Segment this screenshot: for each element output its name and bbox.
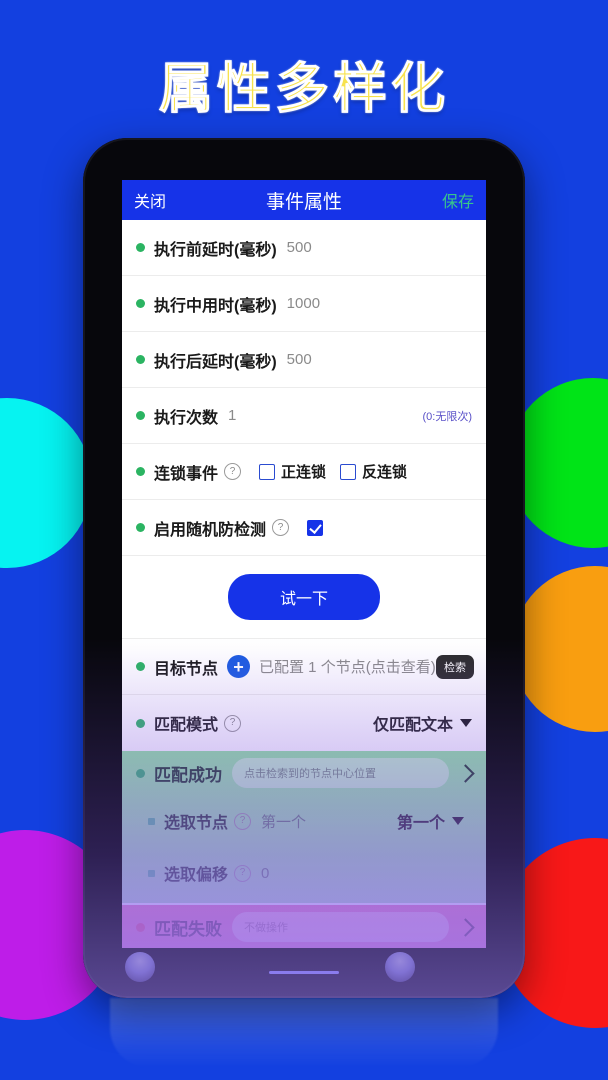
anti-detect-row: 启用随机防检测 ? bbox=[122, 500, 486, 556]
row-label: 执行中用时(毫秒) bbox=[154, 297, 277, 315]
anti-detect-toggle[interactable] bbox=[307, 519, 324, 536]
phone-screen: 关闭 事件属性 保存 执行前延时(毫秒) 500 执行中用时(毫秒) 1000 bbox=[122, 180, 486, 948]
poster-stage: 属性多样化 关闭 事件属性 保存 执行前延时(毫秒) 500 执行中用时(毫秒)… bbox=[0, 0, 608, 1080]
page-title: 事件属性 bbox=[265, 191, 342, 213]
phone-bottom-dot-right bbox=[385, 952, 415, 982]
anti-detect-label: 启用随机防检测 bbox=[154, 521, 267, 539]
status-dot-icon bbox=[136, 467, 145, 476]
target-node-status[interactable]: 已配置 1 个节点(点击查看) bbox=[259, 656, 436, 677]
select-node-dropdown[interactable]: 第一个 bbox=[397, 809, 464, 833]
match-mode-dropdown[interactable]: 仅匹配文本 bbox=[373, 711, 472, 735]
app-header: 关闭 事件属性 保存 bbox=[122, 180, 486, 220]
try-button[interactable]: 试一下 bbox=[227, 574, 380, 620]
bullet-square-icon bbox=[148, 869, 155, 877]
checkbox-label: 正连锁 bbox=[281, 464, 327, 481]
match-mode-value: 仅匹配文本 bbox=[372, 717, 453, 734]
status-dot-icon bbox=[136, 355, 145, 364]
phone-reflection bbox=[110, 998, 498, 1068]
help-icon[interactable]: ? bbox=[234, 864, 252, 882]
checkbox-reverse-chain[interactable]: 反连锁 bbox=[340, 461, 407, 482]
select-node-dropdown-value: 第一个 bbox=[396, 815, 445, 832]
checkbox-box-icon[interactable] bbox=[259, 463, 276, 480]
row-hint: (0:无限次) bbox=[422, 410, 473, 423]
row-value[interactable]: 500 bbox=[287, 351, 312, 368]
bullet-square-icon bbox=[148, 817, 155, 825]
chain-event-options: 正连锁 反连锁 bbox=[259, 461, 407, 482]
add-node-icon[interactable]: + bbox=[227, 655, 251, 678]
row-value[interactable]: 1 bbox=[228, 407, 236, 424]
save-button[interactable]: 保存 bbox=[442, 188, 474, 212]
poster-title: 属性多样化 bbox=[159, 59, 449, 120]
select-node-value: 第一个 bbox=[261, 813, 307, 831]
checkbox-box-icon[interactable] bbox=[340, 463, 357, 480]
match-fail-action[interactable]: 不做操作 bbox=[232, 912, 449, 942]
status-dot-icon bbox=[136, 299, 145, 308]
match-success-title: 匹配成功 bbox=[154, 765, 222, 785]
table-row[interactable]: 执行中用时(毫秒) 1000 bbox=[122, 276, 486, 332]
select-offset-value[interactable]: 0 bbox=[261, 865, 269, 882]
help-icon[interactable]: ? bbox=[224, 463, 242, 480]
status-dot-icon bbox=[136, 662, 145, 671]
chevron-right-icon[interactable] bbox=[456, 917, 475, 937]
help-icon[interactable]: ? bbox=[234, 812, 252, 830]
row-label: 执行前延时(毫秒) bbox=[154, 241, 277, 259]
status-dot-icon bbox=[136, 718, 145, 728]
match-fail-header[interactable]: 匹配失败 不做操作 bbox=[130, 905, 478, 948]
row-label: 执行次数 bbox=[154, 409, 219, 427]
try-button-container: 试一下 bbox=[122, 556, 486, 639]
phone-bottom-dot-left bbox=[125, 952, 155, 982]
match-mode-row[interactable]: 匹配模式 ? 仅匹配文本 bbox=[122, 695, 486, 751]
properties-list: 执行前延时(毫秒) 500 执行中用时(毫秒) 1000 执行后延时(毫秒) 5… bbox=[122, 220, 486, 948]
status-dot-icon bbox=[136, 922, 145, 932]
status-dot-icon bbox=[136, 768, 145, 778]
target-node-row[interactable]: 目标节点 + 已配置 1 个节点(点击查看) 检索 bbox=[122, 639, 486, 695]
match-fail-title: 匹配失败 bbox=[154, 919, 222, 939]
checkbox-forward-chain[interactable]: 正连锁 bbox=[259, 461, 326, 482]
target-node-label: 目标节点 bbox=[154, 660, 219, 678]
status-dot-icon bbox=[136, 243, 145, 252]
chevron-down-icon bbox=[460, 719, 472, 727]
select-offset-label: 选取偏移 bbox=[164, 867, 229, 884]
background-circle-orange bbox=[512, 566, 608, 732]
select-node-row[interactable]: 选取节点 ? 第一个 第一个 bbox=[130, 795, 478, 847]
select-node-label: 选取节点 bbox=[164, 815, 229, 832]
table-row[interactable]: 执行前延时(毫秒) 500 bbox=[122, 220, 486, 276]
status-dot-icon bbox=[136, 523, 145, 532]
table-row[interactable]: 执行后延时(毫秒) 500 bbox=[122, 332, 486, 388]
chevron-down-icon bbox=[452, 817, 464, 825]
row-value[interactable]: 1000 bbox=[287, 295, 320, 312]
match-success-header[interactable]: 匹配成功 点击检索到的节点中心位置 bbox=[130, 751, 478, 795]
chain-event-row: 连锁事件 ? 正连锁 反连锁 bbox=[122, 444, 486, 500]
table-row[interactable]: 执行次数 1 (0:无限次) bbox=[122, 388, 486, 444]
home-indicator[interactable] bbox=[269, 971, 339, 974]
checkbox-checked-icon[interactable] bbox=[307, 519, 324, 536]
status-dot-icon bbox=[136, 411, 145, 420]
checkbox-label: 反连锁 bbox=[362, 464, 408, 481]
match-success-action[interactable]: 点击检索到的节点中心位置 bbox=[232, 758, 449, 788]
help-icon[interactable]: ? bbox=[224, 714, 242, 732]
row-value[interactable]: 500 bbox=[287, 239, 312, 256]
background-circle-cyan bbox=[0, 398, 92, 568]
select-offset-row[interactable]: 选取偏移 ? 0 bbox=[130, 847, 478, 899]
help-icon[interactable]: ? bbox=[272, 519, 290, 536]
close-button[interactable]: 关闭 bbox=[134, 188, 166, 212]
row-label: 执行后延时(毫秒) bbox=[154, 353, 277, 371]
match-fail-block: 匹配失败 不做操作 bbox=[122, 905, 486, 948]
match-success-block: 匹配成功 点击检索到的节点中心位置 选取节点 ? 第一个 第一个 选取偏移 ? … bbox=[122, 751, 486, 903]
phone-device: 关闭 事件属性 保存 执行前延时(毫秒) 500 执行中用时(毫秒) 1000 bbox=[83, 138, 525, 998]
chevron-right-icon[interactable] bbox=[456, 763, 475, 783]
search-badge[interactable]: 检索 bbox=[436, 654, 474, 679]
chain-event-label: 连锁事件 bbox=[154, 465, 219, 483]
match-mode-label: 匹配模式 bbox=[154, 717, 219, 734]
